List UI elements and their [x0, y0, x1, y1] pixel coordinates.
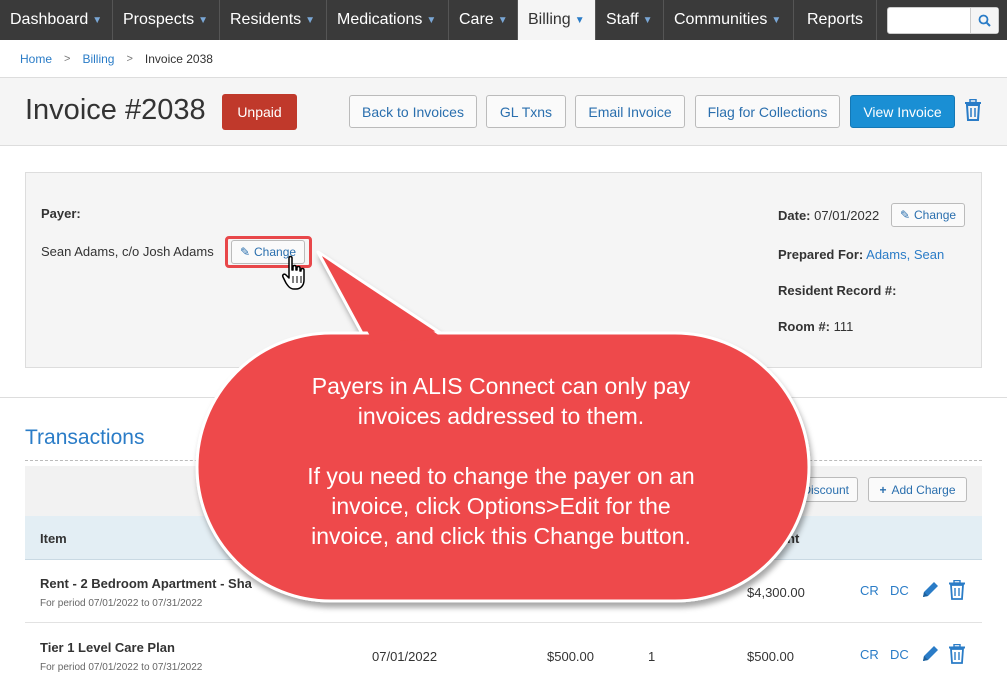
chevron-down-icon: ▼: [574, 14, 585, 26]
row-amount: $4,300.00: [747, 585, 805, 600]
nav-prospects[interactable]: Prospects ▼: [113, 0, 220, 40]
top-nav: Dashboard ▼ Prospects ▼ Residents ▼ Medicat…: [0, 0, 1007, 40]
chevron-right-icon: >: [64, 52, 71, 65]
chevron-down-icon: ▼: [305, 14, 316, 26]
view-invoice-button[interactable]: View Invoice: [850, 95, 955, 128]
room-label: Room #:: [778, 319, 830, 334]
row-period: For period 07/01/2022 to 07/31/2022: [40, 662, 203, 673]
row-period: For period 07/01/2022 to 07/31/2022: [40, 598, 203, 609]
pencil-icon[interactable]: [920, 644, 940, 664]
invoice-header: Invoice #2038 Unpaid Back to Invoices GL…: [0, 78, 1007, 146]
nav-dashboard[interactable]: Dashboard ▼: [0, 0, 113, 40]
cr-link[interactable]: CR: [860, 647, 879, 662]
nav-staff[interactable]: Staff ▼: [596, 0, 664, 40]
back-to-invoices-button[interactable]: Back to Invoices: [349, 95, 477, 128]
breadcrumb-billing[interactable]: Billing: [82, 52, 114, 66]
callout-line: invoice, and click this Change button.: [311, 523, 691, 549]
nav-label: Residents: [230, 11, 302, 28]
pencil-icon: ✎: [899, 208, 910, 222]
row-amount: $500.00: [747, 649, 794, 664]
chevron-right-icon: >: [126, 52, 133, 65]
nav-label: Reports: [807, 11, 864, 28]
change-date-button[interactable]: ✎ Change: [891, 203, 965, 227]
table-row: Tier 1 Level Care Plan For period 07/01/…: [25, 624, 982, 680]
nav-label: Dashboard: [10, 11, 89, 28]
chevron-down-icon: ▼: [198, 14, 209, 26]
callout-line: invoice, click Options>Edit for the: [331, 493, 671, 519]
date-value: 07/01/2022: [814, 208, 880, 223]
add-charge-button[interactable]: + Add Charge: [868, 477, 967, 502]
row-item-name: Rent - 2 Bedroom Apartment - Sha: [40, 576, 252, 591]
date-label: Date:: [778, 208, 811, 223]
nav-label: Communities: [674, 11, 768, 28]
payer-name: Sean Adams, c/o Josh Adams: [41, 244, 214, 259]
transactions-title: Transactions: [25, 426, 145, 449]
prepared-for-label: Prepared For:: [778, 247, 864, 262]
row-item-name: Tier 1 Level Care Plan: [40, 640, 175, 655]
prepared-for-link[interactable]: Adams, Sean: [866, 247, 944, 262]
date-field: Date: 07/01/2022: [778, 208, 879, 223]
discount-button[interactable]: Discount: [770, 477, 858, 502]
nav-label: Medications: [337, 11, 423, 28]
nav-billing[interactable]: Billing ▼: [518, 0, 596, 40]
nav-label: Prospects: [123, 11, 195, 28]
column-header-amount: nt: [787, 531, 800, 546]
row-qty: 1: [648, 649, 656, 664]
nav-medications[interactable]: Medications ▼: [327, 0, 449, 40]
nav-care[interactable]: Care ▼: [449, 0, 518, 40]
callout-spacer: [240, 431, 762, 461]
payer-label: Payer:: [41, 206, 81, 221]
hand-cursor-icon: [282, 255, 305, 290]
nav-label: Billing: [528, 11, 571, 28]
button-label: Change: [914, 208, 957, 222]
room-field: Room #: 111: [778, 319, 853, 334]
nav-reports[interactable]: Reports: [794, 0, 877, 40]
button-label: Add Charge: [891, 482, 956, 497]
row-date: 07/01/2022: [372, 649, 438, 664]
dc-link[interactable]: DC: [890, 647, 909, 662]
search-button[interactable]: [970, 8, 998, 33]
status-badge: Unpaid: [222, 94, 297, 130]
chevron-down-icon: ▼: [771, 14, 782, 26]
page-title: Invoice #2038: [25, 94, 206, 126]
flag-for-collections-button[interactable]: Flag for Collections: [695, 95, 840, 128]
cr-link[interactable]: CR: [860, 583, 879, 598]
breadcrumb-current: Invoice 2038: [144, 51, 213, 66]
chevron-down-icon: ▼: [497, 14, 508, 26]
chevron-down-icon: ▼: [642, 14, 653, 26]
nav-label: Care: [459, 11, 494, 28]
trash-icon[interactable]: [948, 580, 966, 600]
search-input[interactable]: [892, 11, 968, 30]
callout-text: Payers in ALIS Connect can only pay invo…: [240, 371, 762, 551]
chevron-down-icon: ▼: [92, 14, 103, 26]
room-value: 111: [833, 319, 854, 334]
trash-icon[interactable]: [963, 99, 983, 121]
nav-communities[interactable]: Communities ▼: [664, 0, 794, 40]
search-box: [887, 7, 999, 34]
gl-txns-button[interactable]: GL Txns: [486, 95, 566, 128]
plus-icon: +: [879, 482, 887, 497]
dc-link[interactable]: DC: [890, 583, 909, 598]
callout-line: Payers in ALIS Connect can only pay: [311, 373, 691, 399]
resident-record-label: Resident Record #:: [778, 283, 897, 298]
callout-line: If you need to change the payer on an: [307, 463, 695, 489]
table-row: Rent - 2 Bedroom Apartment - Sha For per…: [25, 560, 982, 623]
breadcrumb: Home > Billing > Invoice 2038: [0, 40, 1007, 78]
breadcrumb-home[interactable]: Home: [20, 52, 52, 66]
search-icon: [978, 14, 991, 27]
row-price: $500.00: [547, 649, 594, 664]
prepared-for-field: Prepared For: Adams, Sean: [778, 247, 944, 262]
email-invoice-button[interactable]: Email Invoice: [575, 95, 685, 128]
nav-label: Staff: [606, 11, 639, 28]
invoice-details-panel: [25, 172, 982, 368]
chevron-down-icon: ▼: [426, 14, 437, 26]
column-header-item: Item: [40, 531, 67, 546]
pencil-icon[interactable]: [920, 580, 940, 600]
trash-icon[interactable]: [948, 644, 966, 664]
callout-line: invoices addressed to them.: [357, 403, 645, 429]
nav-residents[interactable]: Residents ▼: [220, 0, 327, 40]
